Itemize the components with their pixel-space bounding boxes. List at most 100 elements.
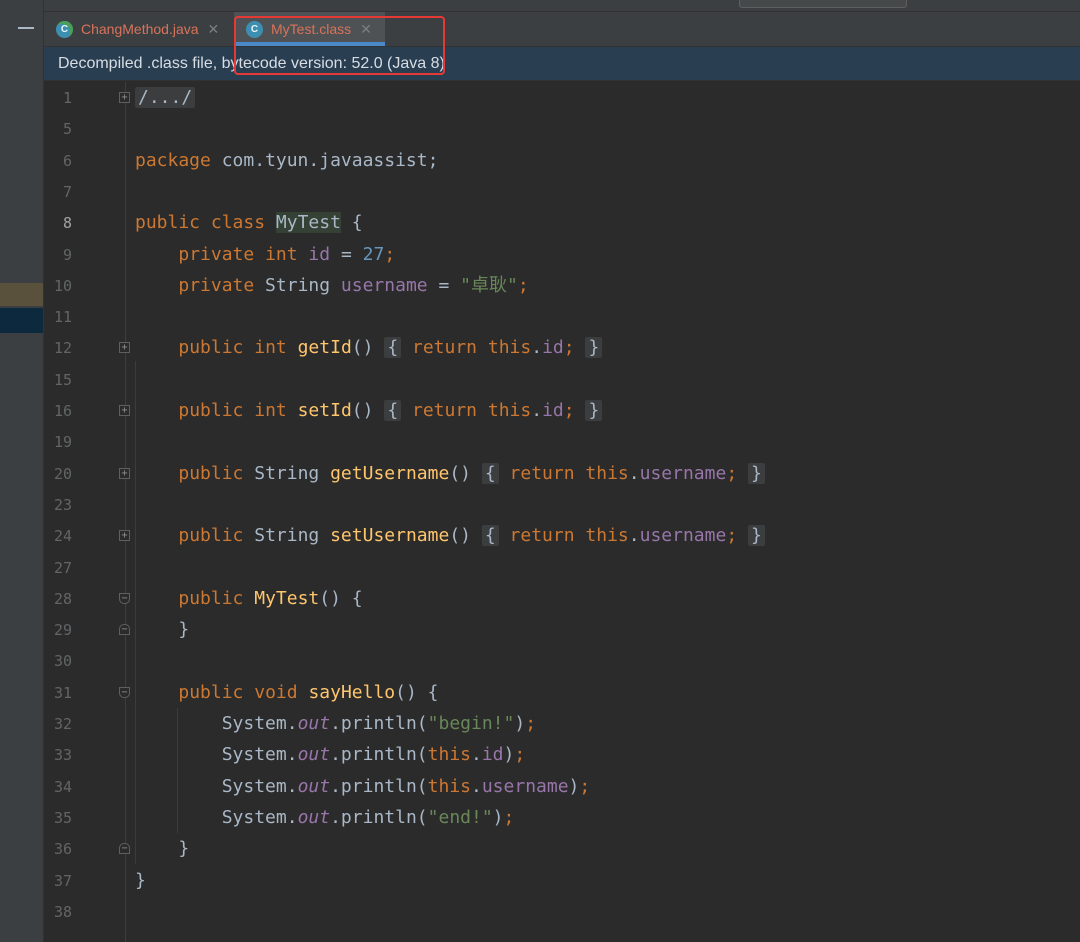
keyword: public bbox=[135, 212, 201, 234]
code-line[interactable]: 16 + public int setId() { return this.id;… bbox=[44, 396, 1080, 427]
code-line[interactable]: 24 + public String setUsername() { return… bbox=[44, 521, 1080, 552]
code-line[interactable]: 35 System.out.println("end!"); bbox=[44, 803, 1080, 834]
fold-expand-icon[interactable]: + bbox=[119, 342, 130, 354]
code-line[interactable]: 32 System.out.println("begin!"); bbox=[44, 709, 1080, 740]
toolbar-field[interactable] bbox=[739, 0, 907, 8]
code-line[interactable]: 1 + /.../ bbox=[44, 83, 1080, 114]
code-token: } bbox=[588, 337, 600, 359]
folded-region[interactable]: { bbox=[481, 462, 499, 484]
keyword: package bbox=[135, 149, 211, 171]
code-line[interactable]: 33 System.out.println(this.id); bbox=[44, 740, 1080, 771]
code-line[interactable]: 28 − public MyTest() { bbox=[44, 584, 1080, 615]
line-number: 19 bbox=[53, 433, 72, 452]
code-token: String bbox=[243, 462, 331, 484]
code-token: { bbox=[416, 681, 439, 703]
code-line[interactable]: 20 + public String getUsername() { return… bbox=[44, 459, 1080, 490]
keyword: public bbox=[178, 587, 244, 609]
close-icon[interactable]: ✕ bbox=[208, 21, 220, 38]
code-line[interactable]: 37} bbox=[44, 866, 1080, 897]
code-token: ) bbox=[568, 775, 580, 797]
line-number: 36 bbox=[53, 840, 72, 859]
code-token: String bbox=[254, 274, 341, 296]
line-number: 1 bbox=[62, 89, 72, 107]
tab-mytest-class[interactable]: C MyTest.class ✕ bbox=[234, 12, 385, 46]
code-token: ; bbox=[726, 462, 738, 484]
code-line[interactable]: 27 bbox=[44, 553, 1080, 584]
fold-collapse-icon[interactable]: − bbox=[119, 624, 130, 636]
tab-label: ChangMethod.java bbox=[81, 21, 199, 37]
fold-expand-icon[interactable]: + bbox=[119, 92, 130, 103]
tab-changmethod-java[interactable]: C ChangMethod.java ✕ bbox=[56, 12, 232, 46]
line-number: 8 bbox=[62, 214, 72, 233]
string-literal: "end!" bbox=[427, 806, 493, 828]
folded-region[interactable]: { bbox=[384, 400, 402, 421]
code-line[interactable]: 7 bbox=[44, 177, 1080, 208]
code-token: } bbox=[588, 400, 600, 421]
code-line[interactable]: 29 − } bbox=[44, 615, 1080, 646]
code-line[interactable]: 38 bbox=[44, 897, 1080, 928]
code-line[interactable]: 30 bbox=[44, 646, 1080, 677]
code-line[interactable]: 12 + public int getId() { return this.id;… bbox=[44, 333, 1080, 364]
code-content: System.out.println(this.id); bbox=[135, 743, 526, 767]
folded-region[interactable]: } bbox=[748, 462, 765, 484]
code-token: ; bbox=[726, 525, 738, 547]
code-line[interactable]: 36 − } bbox=[44, 834, 1080, 865]
line-number: 33 bbox=[53, 746, 72, 765]
editor-tab-bar: C ChangMethod.java ✕ C MyTest.class ✕ bbox=[44, 12, 1080, 47]
code-token: () bbox=[395, 681, 417, 703]
code-token: . bbox=[628, 462, 640, 484]
string-literal: "begin!" bbox=[427, 713, 515, 734]
close-icon[interactable]: ✕ bbox=[360, 21, 372, 38]
folded-region[interactable]: { bbox=[481, 525, 499, 547]
tab-label: MyTest.class bbox=[271, 21, 352, 37]
method-name: sayHello bbox=[308, 681, 396, 703]
indent-guide bbox=[135, 361, 136, 865]
line-number: 24 bbox=[53, 527, 72, 546]
fold-collapse-icon[interactable]: − bbox=[119, 686, 130, 698]
class-ref: System bbox=[221, 775, 287, 797]
folded-region[interactable]: { bbox=[384, 337, 402, 359]
code-line[interactable]: 19 bbox=[44, 427, 1080, 458]
class-ref: System bbox=[221, 713, 287, 734]
code-editor[interactable]: 1 + /.../ 5 6 package com.tyun.javaassist; 7 8 p… bbox=[44, 82, 1080, 942]
keyword: private bbox=[178, 243, 255, 265]
keyword: this bbox=[487, 400, 532, 421]
code-content: public class MyTest { bbox=[135, 211, 363, 235]
keyword: this bbox=[487, 337, 532, 359]
method-name: MyTest bbox=[254, 587, 320, 609]
code-line[interactable]: 9 private int id = 27; bbox=[44, 240, 1080, 271]
code-token: () bbox=[449, 525, 471, 547]
fold-collapse-icon[interactable]: − bbox=[119, 592, 130, 604]
fold-expand-icon[interactable]: + bbox=[119, 405, 130, 416]
code-line[interactable]: 5 bbox=[44, 114, 1080, 145]
code-token: . bbox=[286, 775, 298, 797]
folded-region[interactable]: } bbox=[585, 337, 603, 359]
code-token: { bbox=[484, 525, 496, 547]
fold-collapse-icon[interactable]: − bbox=[119, 843, 130, 855]
code-line[interactable]: 11 bbox=[44, 302, 1080, 333]
code-line[interactable]: 15 bbox=[44, 365, 1080, 396]
decompiled-banner: Decompiled .class file, bytecode version… bbox=[44, 47, 1080, 81]
collapse-icon[interactable] bbox=[18, 27, 34, 29]
keyword: this bbox=[585, 462, 629, 484]
code-line[interactable]: 23 bbox=[44, 490, 1080, 521]
folded-region[interactable]: } bbox=[748, 525, 765, 547]
code-line[interactable]: 8 public class MyTest { bbox=[44, 208, 1080, 239]
field-name: username bbox=[340, 274, 428, 296]
code-line[interactable]: 10 private String username = "卓耿"; bbox=[44, 271, 1080, 302]
folded-region[interactable]: } bbox=[585, 400, 603, 421]
code-token: } bbox=[751, 525, 762, 547]
code-token: String bbox=[243, 525, 331, 547]
string-literal: "卓耿" bbox=[460, 274, 518, 296]
code-line[interactable]: 34 System.out.println(this.username); bbox=[44, 772, 1080, 803]
code-line[interactable]: 31 − public void sayHello() { bbox=[44, 678, 1080, 709]
fold-expand-icon[interactable]: + bbox=[119, 530, 130, 542]
line-number: 34 bbox=[53, 777, 72, 796]
method-name: setId bbox=[297, 400, 352, 421]
ide-window: C ChangMethod.java ✕ C MyTest.class ✕ De… bbox=[0, 0, 1080, 942]
code-content: } bbox=[135, 869, 146, 893]
fold-expand-icon[interactable]: + bbox=[119, 467, 130, 479]
folded-region[interactable]: /.../ bbox=[135, 87, 196, 108]
code-line[interactable]: 6 package com.tyun.javaassist; bbox=[44, 146, 1080, 177]
class-ref: System bbox=[221, 744, 287, 766]
